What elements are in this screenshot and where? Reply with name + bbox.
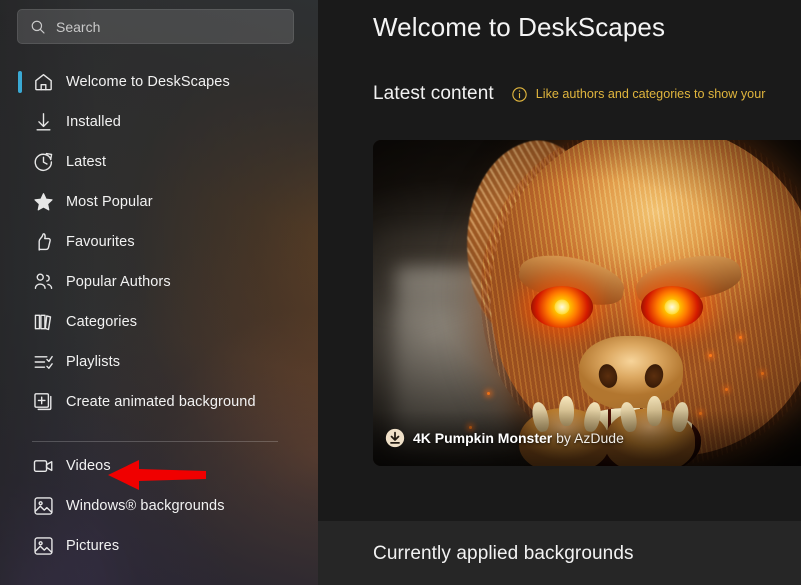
sidebar-item-label: Windows® backgrounds bbox=[66, 498, 225, 514]
info-hint-text: Like authors and categories to show your bbox=[535, 87, 766, 101]
featured-card-caption: 4K Pumpkin Monster by AzDude bbox=[373, 410, 801, 466]
page-title: Welcome to DeskScapes bbox=[373, 12, 666, 42]
people-icon bbox=[34, 273, 53, 290]
video-camera-icon bbox=[33, 460, 53, 473]
sidebar-item-latest[interactable]: Latest bbox=[0, 142, 318, 182]
applied-section-title: Currently applied backgrounds bbox=[373, 543, 634, 564]
search-input[interactable] bbox=[56, 18, 282, 35]
sidebar-item-pictures[interactable]: Pictures bbox=[0, 526, 318, 566]
sidebar-item-label: Popular Authors bbox=[66, 274, 171, 290]
sidebar-item-favourites[interactable]: Favourites bbox=[0, 222, 318, 262]
main-content: Welcome to DeskScapes Latest content Lik… bbox=[318, 0, 801, 585]
thumbs-up-icon bbox=[38, 233, 51, 251]
star-icon bbox=[34, 193, 53, 211]
search-icon bbox=[31, 20, 45, 34]
info-hint: Like authors and categories to show your bbox=[511, 86, 766, 103]
sidebar-item-label: Favourites bbox=[66, 234, 135, 250]
featured-card-byline: by AzDude bbox=[556, 430, 624, 446]
sidebar-item-create-animated-background[interactable]: Create animated background bbox=[0, 382, 318, 422]
section-title: Latest content bbox=[373, 83, 494, 104]
featured-background-card[interactable]: 4K Pumpkin Monster by AzDude bbox=[373, 140, 801, 466]
playlist-check-icon bbox=[34, 355, 53, 369]
nav-gap bbox=[0, 422, 318, 446]
sidebar-divider bbox=[32, 441, 278, 442]
selection-indicator bbox=[18, 71, 22, 93]
sidebar-item-installed[interactable]: Installed bbox=[0, 102, 318, 142]
sidebar-item-playlists[interactable]: Playlists bbox=[0, 342, 318, 382]
sidebar-item-label: Installed bbox=[66, 114, 121, 130]
featured-card-title-line: 4K Pumpkin Monster by AzDude bbox=[413, 430, 624, 446]
sidebar-item-label: Create animated background bbox=[66, 394, 256, 410]
info-circle-icon bbox=[512, 86, 527, 102]
sidebar-item-label: Categories bbox=[66, 314, 138, 330]
sidebar-item-label: Videos bbox=[66, 458, 111, 474]
home-icon bbox=[35, 74, 52, 91]
picture-icon bbox=[34, 537, 53, 555]
featured-card-title: 4K Pumpkin Monster bbox=[413, 430, 553, 446]
sidebar-item-windows-backgrounds[interactable]: Windows® backgrounds bbox=[0, 486, 318, 526]
latest-content-header: Latest content Like authors and categori… bbox=[373, 83, 765, 105]
clock-history-icon bbox=[34, 152, 53, 172]
deskscapes-window: Welcome to DeskScapes Installed bbox=[0, 0, 801, 585]
sidebar-item-categories[interactable]: Categories bbox=[0, 302, 318, 342]
sidebar-item-label: Most Popular bbox=[66, 194, 153, 210]
sidebar-item-label: Playlists bbox=[66, 354, 121, 370]
sidebar-item-label: Pictures bbox=[66, 538, 120, 554]
sidebar-item-label: Latest bbox=[66, 154, 107, 170]
sidebar-item-videos[interactable]: Videos bbox=[0, 446, 318, 486]
sidebar: Welcome to DeskScapes Installed bbox=[0, 0, 318, 585]
sidebar-item-label: Welcome to DeskScapes bbox=[66, 74, 230, 90]
sidebar-nav: Welcome to DeskScapes Installed Latest M… bbox=[0, 62, 318, 566]
books-icon bbox=[34, 314, 52, 331]
sidebar-item-welcome-to-deskscapes[interactable]: Welcome to DeskScapes bbox=[0, 62, 318, 102]
plus-square-icon bbox=[34, 393, 52, 411]
download-arrow-icon bbox=[36, 113, 51, 131]
picture-icon bbox=[34, 497, 53, 515]
sidebar-item-popular-authors[interactable]: Popular Authors bbox=[0, 262, 318, 302]
currently-applied-backgrounds-panel: Currently applied backgrounds bbox=[318, 521, 801, 585]
sidebar-item-most-popular[interactable]: Most Popular bbox=[0, 182, 318, 222]
download-circle-icon[interactable] bbox=[385, 428, 405, 448]
search-box[interactable] bbox=[17, 9, 294, 44]
